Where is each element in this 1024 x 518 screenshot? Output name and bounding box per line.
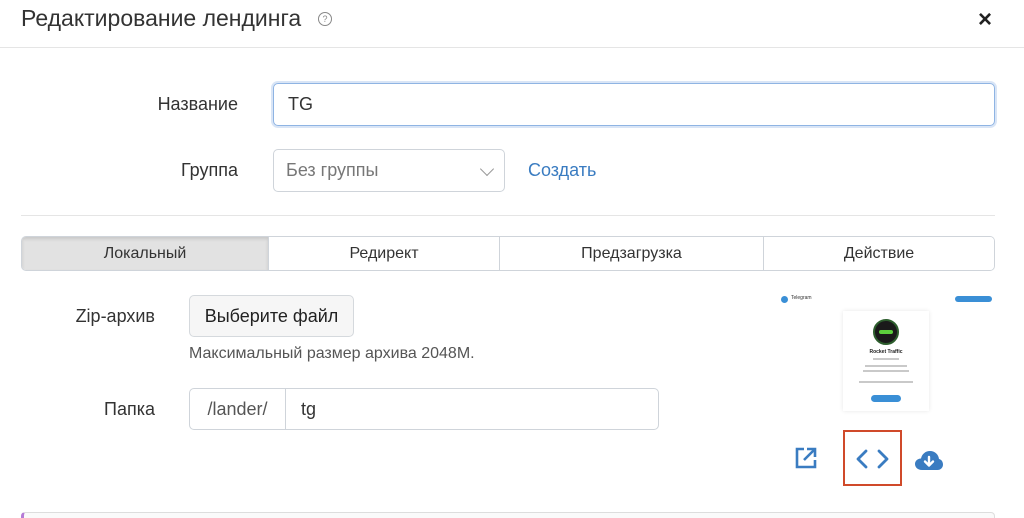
name-label: Название [157,94,238,114]
modal-header: Редактирование лендинга ? × [0,0,1024,48]
question-circle-icon[interactable]: ? [318,12,332,26]
landing-preview[interactable]: Telegram Rocket Traffic [778,293,994,417]
group-select-value: Без группы [286,160,379,180]
group-select[interactable]: Без группы [273,149,505,192]
max-size-hint: Максимальный размер архива 2048M. [189,345,475,362]
tab-preload[interactable]: Предзагрузка [499,237,763,270]
section-divider [21,215,995,216]
preview-text-line [865,365,907,367]
edit-code-button[interactable] [843,430,902,486]
modal-title: Редактирование лендинга [21,5,302,31]
name-input[interactable]: TG [273,83,995,126]
preview-topbar: Telegram [778,293,994,307]
group-label: Группа [180,160,238,180]
choose-file-button[interactable]: Выберите файл [189,295,354,337]
create-group-link[interactable]: Создать [528,160,596,181]
close-button[interactable]: × [978,6,992,34]
folder-label: Папка [104,399,155,419]
tab-redirect[interactable]: Редирект [268,237,499,270]
bottom-panel [21,512,995,518]
preview-text-line [873,358,899,360]
telegram-logo-icon [781,296,788,303]
preview-app-name: Telegram [791,295,812,301]
cloud-download-icon[interactable] [914,449,944,473]
preview-text-line [859,381,913,383]
folder-input[interactable]: tg [285,388,659,430]
chevron-down-icon [479,161,495,177]
external-link-icon[interactable] [794,446,818,470]
preview-join-button [871,395,901,402]
preview-card: Rocket Traffic [843,311,929,411]
source-tabs: Локальный Редирект Предзагрузка Действие [21,236,995,271]
preview-text-line [863,370,909,372]
zip-label: Zip-архив [75,306,155,326]
preview-avatar [873,319,899,345]
preview-top-button [955,296,992,302]
code-brackets-icon [856,449,889,469]
folder-prefix: /lander/ [189,388,286,430]
tab-action[interactable]: Действие [763,237,994,270]
preview-channel-name: Rocket Traffic [869,349,903,355]
tab-local[interactable]: Локальный [22,237,268,270]
